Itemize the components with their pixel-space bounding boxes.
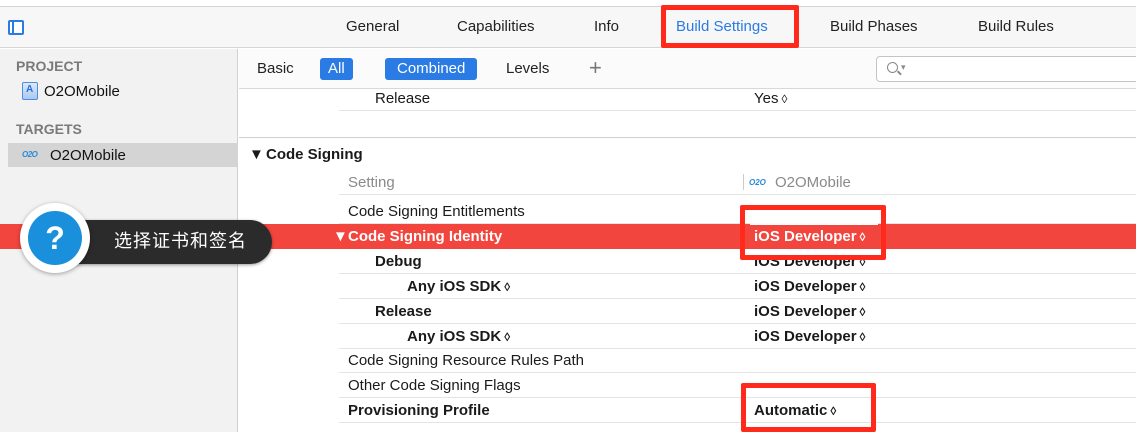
tab-capabilities[interactable]: Capabilities [457, 7, 535, 47]
table-row[interactable]: Code Signing Resource Rules Path [239, 348, 1136, 373]
build-settings-filter-bar: Basic All Combined Levels + ▾ [239, 49, 1136, 89]
chevron-down-icon: ▾ [901, 62, 906, 72]
tab-build-rules[interactable]: Build Rules [978, 7, 1054, 47]
disclosure-triangle-icon[interactable]: ▼ [249, 146, 264, 163]
question-mark-icon: ? [28, 211, 82, 265]
setting-label: Code Signing Identity [348, 228, 503, 245]
table-row[interactable]: Provisioning Profile Automatic ◊ [239, 398, 1136, 423]
table-row[interactable]: Code Signing Entitlements [239, 199, 1136, 224]
filter-combined-button[interactable]: Combined [385, 58, 478, 80]
search-icon [887, 62, 898, 73]
project-name-label: O2OMobile [44, 82, 120, 100]
targets-section-header: TARGETS [16, 121, 82, 137]
filter-levels-button[interactable]: Levels [506, 60, 549, 77]
setting-label: Debug [375, 253, 422, 270]
table-row[interactable]: Release iOS Developer ◊ [239, 299, 1136, 324]
sidebar-item-target[interactable]: O2O O2OMobile [8, 143, 238, 167]
stepper-icon: ◊ [781, 92, 788, 106]
target-name-label: O2OMobile [50, 146, 126, 164]
section-title: Code Signing [266, 146, 363, 163]
editor-tab-bar: General Capabilities Info Build Settings… [0, 6, 1136, 48]
stepper-icon: ◊ [859, 280, 866, 294]
sidebar-toggle-icon[interactable] [8, 20, 24, 35]
table-row[interactable]: Any iOS SDK ◊ iOS Developer ◊ [239, 324, 1136, 349]
annotation-box-build-settings [661, 5, 799, 48]
help-callout-text: 选择证书和签名 [68, 220, 272, 264]
tab-info[interactable]: Info [594, 7, 619, 47]
app-target-icon: O2O [22, 150, 38, 159]
setting-label: Code Signing Entitlements [348, 203, 525, 220]
column-divider [743, 174, 744, 190]
stepper-icon: ◊ [859, 305, 866, 319]
filter-basic-button[interactable]: Basic [257, 60, 294, 77]
app-target-icon: O2O [749, 178, 766, 187]
setting-label: Release [375, 303, 432, 320]
setting-label: Other Code Signing Flags [348, 377, 521, 394]
column-header-target: O2OMobile [775, 174, 851, 191]
disclosure-triangle-icon[interactable]: ▼ [333, 228, 348, 245]
annotation-box-identity [740, 205, 886, 260]
table-header-row: Setting O2O O2OMobile [239, 170, 1136, 195]
stepper-icon: ◊ [504, 280, 511, 294]
setting-label: Release [375, 90, 431, 107]
table-row[interactable]: Debug iOS Developer ◊ [239, 249, 1136, 274]
table-row[interactable]: Release Yes ◊ [239, 86, 1136, 111]
annotation-box-provisioning [741, 383, 876, 432]
column-header-setting: Setting [348, 174, 395, 191]
project-file-icon [22, 82, 38, 100]
settings-search-input[interactable]: ▾ [876, 56, 1136, 82]
tab-general[interactable]: General [346, 7, 399, 47]
setting-value[interactable]: iOS Developer ◊ [754, 303, 865, 320]
setting-value[interactable]: Yes ◊ [754, 90, 787, 107]
build-settings-table: Release Yes ◊ ▼ Code Signing Setting O2O … [0, 90, 1136, 432]
tab-build-phases[interactable]: Build Phases [830, 7, 918, 47]
help-icon: ? [20, 203, 90, 273]
setting-label: Any iOS SDK ◊ [407, 278, 511, 295]
section-divider [239, 137, 1136, 138]
add-setting-button[interactable]: + [589, 55, 602, 81]
table-row[interactable]: Other Code Signing Flags [239, 373, 1136, 398]
setting-label: Code Signing Resource Rules Path [348, 352, 584, 369]
table-row[interactable]: Any iOS SDK ◊ iOS Developer ◊ [239, 274, 1136, 299]
stepper-icon: ◊ [859, 330, 866, 344]
sidebar-item-project[interactable]: O2OMobile [22, 82, 120, 100]
setting-value[interactable]: iOS Developer ◊ [754, 328, 865, 345]
setting-value[interactable]: iOS Developer ◊ [754, 278, 865, 295]
project-section-header: PROJECT [16, 58, 83, 74]
filter-all-button[interactable]: All [320, 58, 353, 80]
setting-label: Any iOS SDK ◊ [407, 328, 511, 345]
section-header-code-signing[interactable]: ▼ Code Signing [239, 142, 1136, 167]
help-callout: ? 选择证书和签名 [20, 203, 272, 273]
stepper-icon: ◊ [504, 330, 511, 344]
setting-label: Provisioning Profile [348, 402, 490, 419]
